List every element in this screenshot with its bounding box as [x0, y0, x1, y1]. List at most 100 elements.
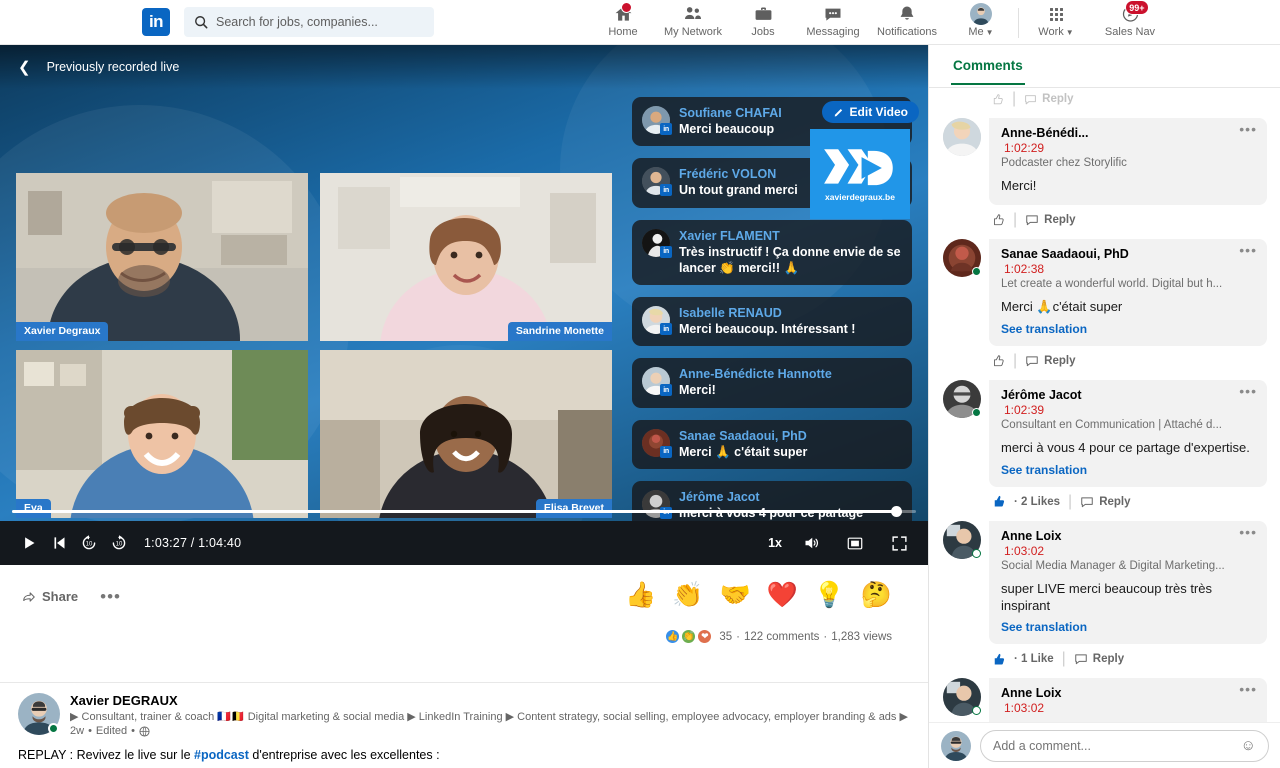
- like-button[interactable]: [991, 93, 1004, 106]
- like-button[interactable]: [991, 652, 1006, 667]
- comment-text: merci à vous 4 pour ce partage d'experti…: [1001, 439, 1250, 455]
- search-input[interactable]: [216, 15, 424, 29]
- comment-author[interactable]: Anne Loix: [1001, 529, 1255, 543]
- like-button[interactable]: [991, 354, 1005, 368]
- post-hashtag[interactable]: #podcast: [194, 748, 249, 762]
- comment-author[interactable]: Jérôme Jacot: [1001, 388, 1255, 402]
- volume-button[interactable]: [796, 528, 826, 558]
- reaction-like[interactable]: 👍: [625, 583, 656, 608]
- comment-options-button[interactable]: •••: [1239, 384, 1257, 398]
- nav-item-home[interactable]: Home: [588, 0, 658, 45]
- back-chevron-icon[interactable]: ❮: [18, 58, 31, 76]
- linkedin-badge-icon: in: [660, 123, 672, 135]
- avatar[interactable]: [941, 730, 971, 761]
- comment-author[interactable]: Anne Loix: [1001, 686, 1255, 700]
- nav-item-notifications[interactable]: Notifications: [868, 0, 946, 45]
- comment-options-button[interactable]: •••: [1239, 525, 1257, 539]
- comment-timestamp[interactable]: 1:02:38: [1001, 262, 1255, 276]
- comment-bubble: ••• Anne Loix 1:03:02: [989, 678, 1267, 726]
- comment-timestamp[interactable]: 1:03:02: [1001, 544, 1255, 558]
- search-icon: [195, 16, 208, 29]
- views-count[interactable]: 1,283 views: [831, 631, 892, 643]
- comment-actions: · 1 Like | Reply: [943, 644, 1267, 678]
- post-body-post: d'entreprise avec les excellentes :: [248, 748, 440, 762]
- play-button[interactable]: [14, 528, 44, 558]
- nav-item-my-network[interactable]: My Network: [658, 0, 728, 45]
- reply-label: Reply: [1044, 354, 1076, 367]
- edit-video-button[interactable]: Edit Video: [821, 101, 919, 123]
- playback-speed-button[interactable]: 1x: [768, 536, 782, 550]
- comment-author[interactable]: Anne-Bénédi...: [1001, 126, 1255, 140]
- post-author-name[interactable]: Xavier DEGRAUX: [70, 693, 910, 708]
- see-translation-link[interactable]: See translation: [1001, 322, 1255, 336]
- comment-input[interactable]: [993, 738, 1237, 753]
- nav-item-jobs[interactable]: Jobs: [728, 0, 798, 45]
- reply-button[interactable]: Reply: [1074, 652, 1124, 666]
- video-header-title: Previously recorded live: [46, 60, 180, 74]
- video-player[interactable]: ❮ Previously recorded live Edit Video Xa…: [0, 45, 928, 565]
- video-progress-row[interactable]: [0, 503, 928, 521]
- presence-indicator: [972, 266, 981, 276]
- avatar[interactable]: [943, 238, 981, 277]
- linkedin-logo[interactable]: in: [142, 8, 170, 36]
- like-button[interactable]: [991, 494, 1006, 509]
- comment-input-wrapper[interactable]: ☺: [980, 729, 1269, 762]
- comment-options-button[interactable]: •••: [1239, 682, 1257, 696]
- comment-timestamp[interactable]: 1:02:39: [1001, 403, 1255, 417]
- comment-options-button[interactable]: •••: [1239, 122, 1257, 136]
- nav-label-jobs: Jobs: [751, 26, 775, 38]
- comment-timestamp[interactable]: 1:03:02: [1001, 701, 1255, 715]
- nav-item-work[interactable]: Work ▼: [1021, 0, 1091, 45]
- nav-item-sales-nav[interactable]: 99+ Sales Nav: [1091, 0, 1169, 45]
- post-age: 2w: [70, 725, 85, 737]
- overlay-comment-body: Sanae Saadaoui, PhD Merci 🙏 c'était supe…: [679, 429, 902, 460]
- emoji-picker-icon[interactable]: ☺: [1241, 737, 1256, 754]
- avatar[interactable]: [943, 520, 981, 559]
- avatar[interactable]: [943, 379, 981, 418]
- see-translation-link[interactable]: See translation: [1001, 620, 1255, 634]
- comment-bubble: ••• Jérôme Jacot 1:02:39 Consultant en C…: [989, 379, 1267, 487]
- fullscreen-button[interactable]: [884, 528, 914, 558]
- see-translation-link[interactable]: See translation: [1001, 463, 1255, 477]
- reaction-love[interactable]: ❤️: [767, 583, 798, 608]
- reply-button[interactable]: Reply: [1025, 213, 1075, 227]
- comment-text: Merci!: [1001, 178, 1037, 193]
- comment-author[interactable]: Sanae Saadaoui, PhD: [1001, 247, 1255, 261]
- reply-button[interactable]: Reply: [1024, 93, 1073, 106]
- like-count[interactable]: · 1 Like: [1014, 653, 1054, 665]
- more-options-button[interactable]: •••: [100, 588, 121, 605]
- video-progress-track[interactable]: [12, 506, 916, 517]
- comments-scroll-area[interactable]: | Reply ••• Anne-Bénédi... 1:02:29 Podca…: [929, 88, 1280, 726]
- previous-button[interactable]: [44, 528, 74, 558]
- post-header: Xavier DEGRAUX ▶ Consultant, trainer & c…: [18, 693, 910, 737]
- post-meta-sep: •: [88, 725, 92, 737]
- reaction-celebrate[interactable]: 👏: [672, 583, 703, 608]
- tab-comments[interactable]: Comments: [951, 45, 1025, 85]
- reply-button[interactable]: Reply: [1080, 495, 1131, 509]
- like-button[interactable]: [991, 213, 1005, 227]
- avatar[interactable]: [943, 118, 981, 156]
- picture-in-picture-button[interactable]: [840, 528, 870, 558]
- reaction-curious[interactable]: 🤔: [861, 583, 892, 608]
- rewind-10-button[interactable]: 10: [74, 528, 104, 558]
- nav-item-me[interactable]: Me ▼: [946, 0, 1016, 45]
- pencil-icon: [834, 109, 842, 117]
- comments-count[interactable]: 122 comments: [744, 631, 819, 643]
- linkedin-badge-icon: in: [660, 184, 672, 197]
- video-progress-knob[interactable]: [891, 506, 903, 517]
- share-button[interactable]: Share: [22, 589, 78, 604]
- comment-timestamp[interactable]: 1:02:29: [1001, 141, 1255, 155]
- reaction-count[interactable]: 35: [719, 631, 732, 643]
- avatar[interactable]: [18, 693, 60, 735]
- reaction-insightful[interactable]: 💡: [814, 583, 845, 608]
- reaction-support[interactable]: 🤝: [719, 583, 750, 608]
- reply-button[interactable]: Reply: [1025, 354, 1075, 368]
- stats-separator: ·: [823, 630, 828, 643]
- overlay-comment-author: Jérôme Jacot: [679, 489, 760, 504]
- comment-options-button[interactable]: •••: [1239, 243, 1257, 257]
- nav-item-messaging[interactable]: Messaging: [798, 0, 868, 45]
- like-count[interactable]: · 2 Likes: [1014, 496, 1060, 508]
- forward-10-button[interactable]: 10: [104, 528, 134, 558]
- avatar[interactable]: [943, 678, 981, 717]
- search-box[interactable]: [184, 7, 434, 37]
